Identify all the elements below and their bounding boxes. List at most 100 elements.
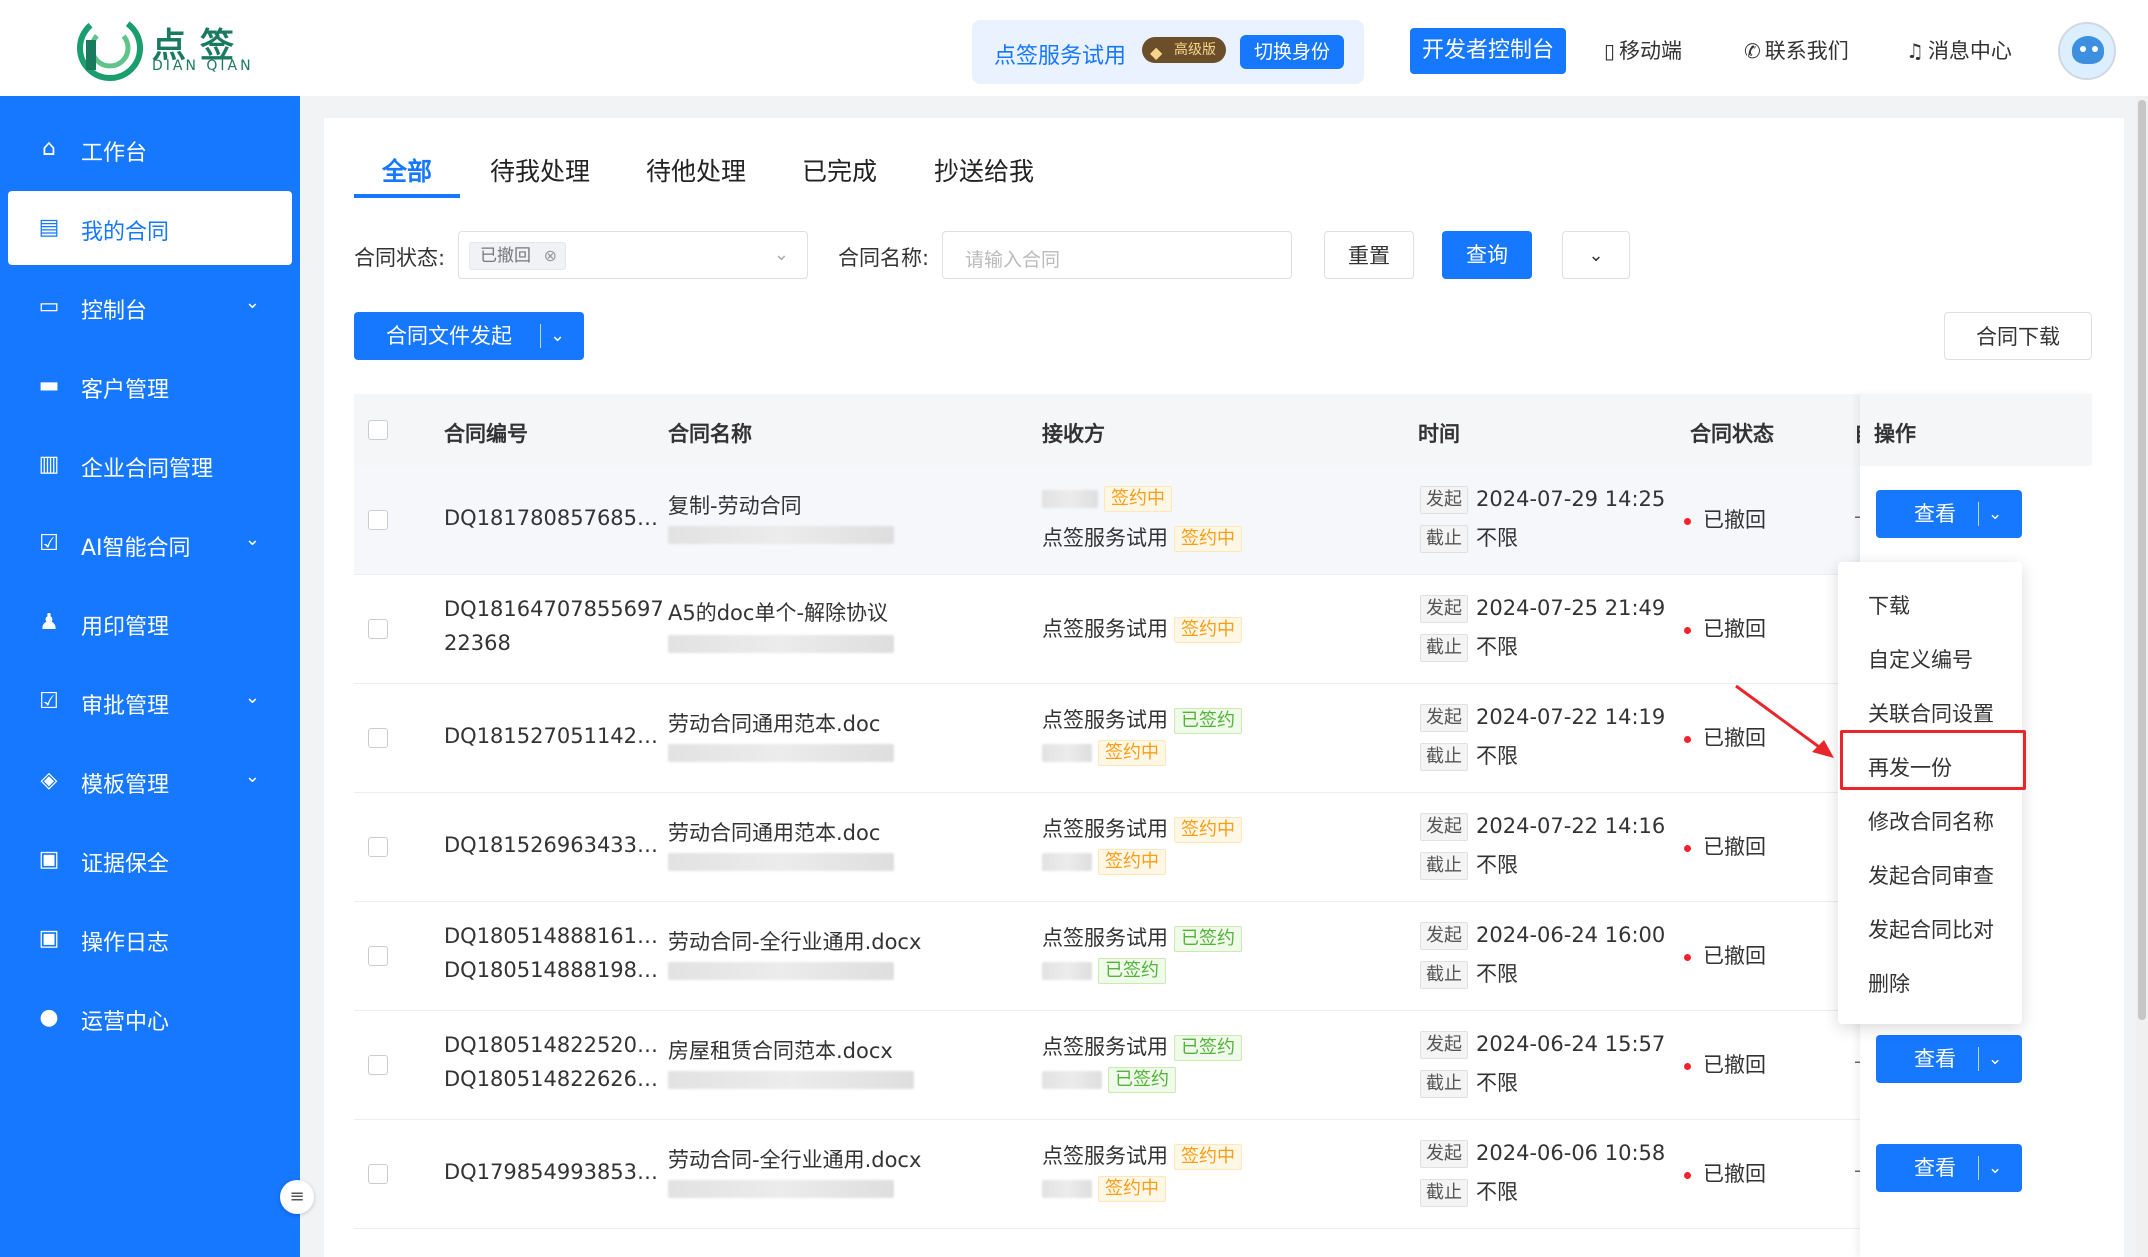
table-row[interactable]: DQ180514822520… DQ180514822626… 房屋租赁合同范本… xyxy=(354,1011,2092,1120)
tag-close-icon[interactable]: ⊗ xyxy=(544,243,557,269)
sidebar-item-customers[interactable]: ▬ 客户管理 xyxy=(8,349,292,423)
trial-label[interactable]: 点签服务试用 xyxy=(994,38,1126,70)
table-row[interactable]: DQ179854993853… 劳动合同-全行业通用.docx 点签服务试用 签约… xyxy=(354,1120,2092,1229)
view-button[interactable]: 查看 ⌄ xyxy=(1876,1144,2022,1192)
chevron-down-icon[interactable]: ⌄ xyxy=(1988,1035,2002,1083)
sidebar-item-ai-contracts[interactable]: ☑ AI智能合同 ⌄ xyxy=(8,507,292,581)
table-row[interactable]: DQ181526963433… 劳动合同通用范本.doc 点签服务试用 签约中 签… xyxy=(354,793,2092,902)
sidebar-item-label: 操作日志 xyxy=(81,931,170,956)
end-time: 截止 不限 xyxy=(1420,849,1518,880)
sign-status-badge: 签约中 xyxy=(1098,1176,1166,1202)
contract-name[interactable]: 劳动合同-全行业通用.docx xyxy=(668,1144,921,1174)
table-row[interactable]: DQ18164707855697 22368 A5的doc单个-解除协议 点签服… xyxy=(354,575,2092,684)
end-time: 截止 不限 xyxy=(1420,1176,1518,1207)
chevron-down-icon[interactable]: ⌄ xyxy=(550,312,565,360)
sidebar-item-workbench[interactable]: ⌂ 工作台 xyxy=(8,112,292,186)
tab-cc-me[interactable]: 抄送给我 xyxy=(934,152,1034,188)
download-contract-button[interactable]: 合同下载 xyxy=(1944,312,2092,360)
tab-all[interactable]: 全部 xyxy=(382,152,432,188)
tab-pending-me[interactable]: 待我处理 xyxy=(490,152,590,188)
contract-id[interactable]: 22368 xyxy=(444,631,511,655)
contract-name[interactable]: A5的doc单个-解除协议 xyxy=(668,597,888,627)
table-row[interactable]: DQ180514888161… DQ180514888198… 劳动合同-全行业… xyxy=(354,902,2092,1011)
view-button-label: 查看 xyxy=(1914,1156,1956,1180)
page-scrollbar[interactable] xyxy=(2136,96,2148,1257)
end-label: 截止 xyxy=(1420,961,1468,989)
contract-name[interactable]: 复制-劳动合同 xyxy=(668,490,802,520)
diamond-icon: ◆ xyxy=(1150,43,1163,62)
start-time-value: 2024-07-22 14:19 xyxy=(1476,705,1666,729)
search-button[interactable]: 查询 xyxy=(1442,231,1532,279)
menu-item-rename-contract[interactable]: 修改合同名称 xyxy=(1868,806,1994,836)
view-button[interactable]: 查看 ⌄ xyxy=(1876,490,2022,538)
expand-filters-button[interactable]: ⌄ xyxy=(1562,231,1630,279)
contract-name[interactable]: 劳动合同通用范本.doc xyxy=(668,708,880,738)
receiver: 签约中 xyxy=(1042,486,1172,512)
contract-name[interactable]: 劳动合同通用范本.doc xyxy=(668,817,880,847)
sidebar-item-seal[interactable]: ♟ 用印管理 xyxy=(8,586,292,660)
sidebar-item-enterprise-contracts[interactable]: ▥ 企业合同管理 xyxy=(8,428,292,502)
contract-name[interactable]: 劳动合同-全行业通用.docx xyxy=(668,926,921,956)
mobile-link[interactable]: ▯ 移动端 xyxy=(1604,34,1682,68)
sidebar-item-my-contracts[interactable]: ▤ 我的合同 xyxy=(8,191,292,265)
row-checkbox[interactable] xyxy=(368,946,388,966)
row-checkbox[interactable] xyxy=(368,1055,388,1075)
menu-item-download[interactable]: 下载 xyxy=(1868,590,1910,620)
user-avatar[interactable] xyxy=(2058,22,2116,80)
sidebar-item-console[interactable]: ▭ 控制台 ⌄ xyxy=(8,270,292,344)
menu-item-delete[interactable]: 删除 xyxy=(1868,968,1910,998)
receiver: 点签服务试用 签约中 xyxy=(1042,613,1242,643)
app-logo[interactable]: 点签 DIAN QIAN xyxy=(76,14,296,84)
row-checkbox[interactable] xyxy=(368,1164,388,1184)
contract-name[interactable]: 房屋租赁合同范本.docx xyxy=(668,1035,893,1065)
menu-item-related-contracts[interactable]: 关联合同设置 xyxy=(1868,698,1994,728)
contract-id[interactable]: DQ18164707855697 xyxy=(444,597,664,621)
tab-pending-others[interactable]: 待他处理 xyxy=(646,152,746,188)
menu-item-contract-review[interactable]: 发起合同审查 xyxy=(1868,860,1994,890)
chevron-down-icon[interactable]: ⌄ xyxy=(1988,490,2002,538)
column-header: 合同状态 xyxy=(1690,422,1774,446)
contract-id[interactable]: DQ180514888161… xyxy=(444,924,658,948)
tab-completed[interactable]: 已完成 xyxy=(802,152,877,188)
row-checkbox[interactable] xyxy=(368,619,388,639)
end-label: 截止 xyxy=(1420,525,1468,553)
select-all-checkbox[interactable] xyxy=(368,420,388,440)
contract-id[interactable]: DQ180514822520… xyxy=(444,1033,658,1057)
contract-id[interactable]: DQ181526963433… xyxy=(444,833,658,857)
sidebar-item-templates[interactable]: ◈ 模板管理 ⌄ xyxy=(8,744,292,818)
start-contract-button[interactable]: 合同文件发起 ⌄ xyxy=(354,312,584,360)
contract-id[interactable]: DQ180514888198… xyxy=(444,958,658,982)
contract-name-input[interactable]: 请输入合同 xyxy=(942,231,1292,279)
contract-status: 已撤回 xyxy=(1684,1049,1766,1079)
chevron-down-icon[interactable]: ⌄ xyxy=(1988,1144,2002,1192)
sidebar-item-approval[interactable]: ☑ 审批管理 ⌄ xyxy=(8,665,292,739)
reset-button[interactable]: 重置 xyxy=(1324,231,1414,279)
receiver: 签约中 xyxy=(1042,1176,1166,1202)
status-filter-select[interactable]: 已撤回 ⊗ ⌄ xyxy=(458,231,808,279)
contract-id[interactable]: DQ179854993853… xyxy=(444,1160,658,1184)
status-dot xyxy=(1684,1062,1691,1070)
contact-link[interactable]: ✆ 联系我们 xyxy=(1744,34,1849,68)
row-checkbox[interactable] xyxy=(368,837,388,857)
scrollbar-thumb[interactable] xyxy=(2138,100,2146,1020)
receiver-name: 点签服务试用 xyxy=(1042,817,1168,841)
view-button-label: 查看 xyxy=(1914,502,1956,526)
sidebar-item-evidence[interactable]: ▣ 证据保全 xyxy=(8,823,292,897)
row-checkbox[interactable] xyxy=(368,728,388,748)
switch-identity-button[interactable]: 切换身份 xyxy=(1240,35,1344,69)
contract-id[interactable]: DQ180514822626… xyxy=(444,1067,658,1091)
dev-console-button[interactable]: 开发者控制台 xyxy=(1410,28,1566,74)
contract-id[interactable]: DQ181780857685… xyxy=(444,506,658,530)
table-row[interactable]: DQ181780857685… 复制-劳动合同 签约中 点签服务试用 签约中 发起… xyxy=(354,466,2092,575)
view-button-label: 查看 xyxy=(1914,1047,1956,1071)
view-button[interactable]: 查看 ⌄ xyxy=(1876,1035,2022,1083)
menu-item-contract-compare[interactable]: 发起合同比对 xyxy=(1868,914,1994,944)
blurred-text xyxy=(668,635,894,653)
collapse-sidebar-icon[interactable]: ≡ xyxy=(280,1180,314,1214)
sidebar-item-logs[interactable]: ▣ 操作日志 xyxy=(8,902,292,976)
sidebar-item-operations[interactable]: ● 运营中心 xyxy=(8,981,292,1055)
messages-link[interactable]: ♫ 消息中心 xyxy=(1906,34,2012,68)
row-checkbox[interactable] xyxy=(368,510,388,530)
menu-item-custom-number[interactable]: 自定义编号 xyxy=(1868,644,1973,674)
contract-id[interactable]: DQ181527051142… xyxy=(444,724,658,748)
